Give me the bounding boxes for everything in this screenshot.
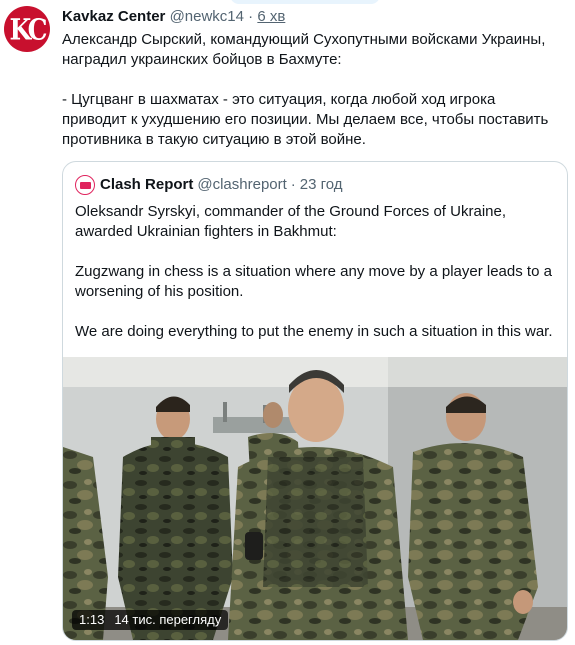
quoted-tweet-text: Oleksandr Syrskyi, commander of the Grou… (75, 202, 559, 342)
author-handle[interactable]: @newkc14 (170, 8, 244, 25)
tweet-header: Kavkaz Center @newkc14 · 6 хв (62, 7, 285, 27)
video-frame-thumbnail (63, 357, 567, 640)
quoted-author-name[interactable]: Clash Report (100, 175, 193, 195)
separator-dot: · (290, 176, 296, 193)
video-duration: 1:13 (79, 612, 105, 627)
video-player[interactable]: 1:13 14 тис. перегляду (63, 357, 567, 640)
video-view-count: 14 тис. перегляду (114, 612, 222, 627)
quoted-tweet-header: Clash Report @clashreport · 23 год (75, 175, 343, 195)
tweet-paragraph: Александр Сырский, командующий Сухопутны… (62, 31, 546, 68)
quoted-tweet[interactable]: Clash Report @clashreport · 23 год Oleks… (62, 161, 568, 641)
video-overlay: 1:13 14 тис. перегляду (72, 610, 229, 630)
tweet-timestamp[interactable]: 6 хв (257, 8, 285, 25)
quoted-author-handle[interactable]: @clashreport (197, 175, 286, 195)
avatar[interactable]: KC (4, 6, 50, 52)
author-name[interactable]: Kavkaz Center (62, 8, 165, 25)
tweet-text: Александр Сырский, командующий Сухопутны… (62, 30, 562, 150)
tweet[interactable]: KC Kavkaz Center @newkc14 · 6 хв Алексан… (0, 0, 575, 645)
quoted-timestamp[interactable]: 23 год (300, 175, 343, 195)
avatar-logo: KC (9, 12, 48, 46)
quoted-paragraph: We are doing everything to put the enemy… (75, 323, 553, 340)
separator-dot: · (248, 8, 254, 25)
quoted-paragraph: Zugzwang in chess is a situation where a… (75, 263, 552, 300)
clash-report-avatar[interactable] (75, 175, 95, 195)
tweet-paragraph: - Цугцванг в шахматах - это ситуация, ко… (62, 91, 549, 148)
quoted-paragraph: Oleksandr Syrskyi, commander of the Grou… (75, 203, 507, 240)
